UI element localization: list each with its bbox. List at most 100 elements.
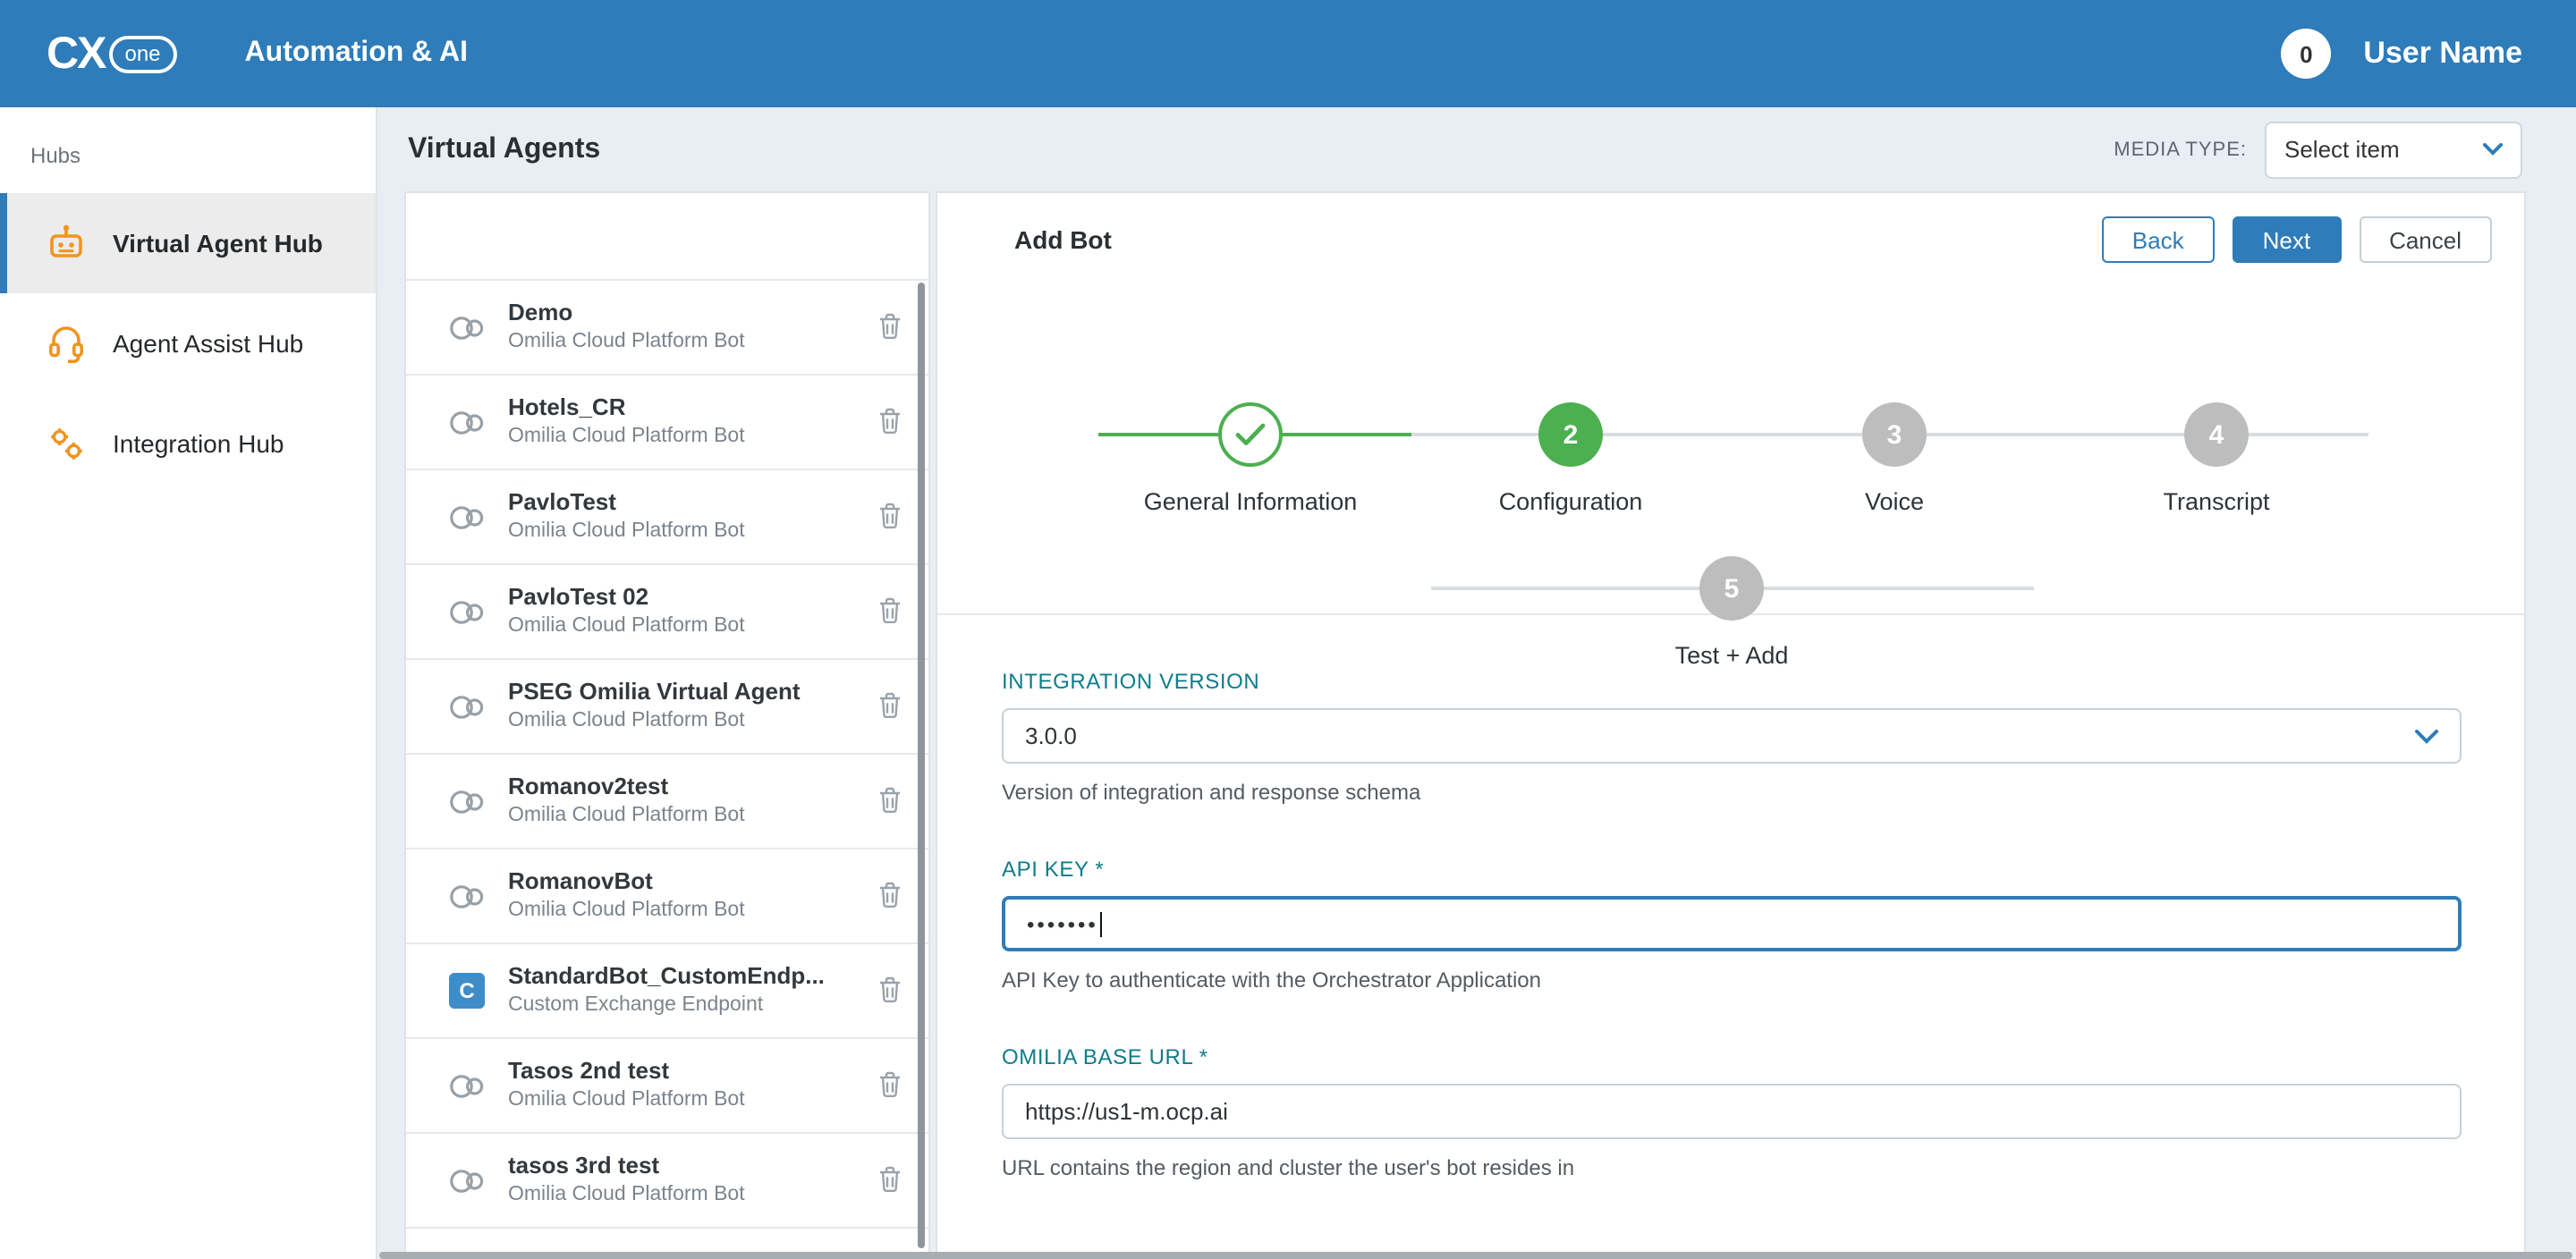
page-toolbar: Virtual Agents MEDIA TYPE: Select item bbox=[376, 107, 2576, 191]
media-type-select[interactable]: Select item bbox=[2265, 121, 2522, 178]
integration-version-select[interactable]: 3.0.0 bbox=[1002, 708, 2462, 764]
step-voice[interactable]: 3 bbox=[1862, 402, 1927, 467]
virtual-agent-hub-icon bbox=[43, 220, 89, 266]
bot-row-hotels-cr[interactable]: Hotels_CROmilia Cloud Platform Bot bbox=[406, 374, 928, 469]
omilia-bot-icon bbox=[445, 312, 488, 342]
omilia-base-url-input[interactable]: https://us1-m.ocp.ai bbox=[1002, 1084, 2462, 1139]
delete-bot-icon[interactable] bbox=[878, 1071, 902, 1107]
vertical-scrollbar[interactable] bbox=[918, 283, 925, 1248]
bot-name: RomanovBot bbox=[508, 869, 745, 896]
omilia-base-url-label: OMILIA BASE URL * bbox=[1002, 1044, 2462, 1069]
delete-bot-icon[interactable] bbox=[878, 976, 902, 1012]
omilia-bot-icon bbox=[445, 502, 488, 532]
api-key-value: ••••••• bbox=[1027, 911, 1098, 936]
bot-name: Tasos 2nd test bbox=[508, 1059, 745, 1086]
sidebar-item-agent-assist-hub[interactable]: Agent Assist Hub bbox=[0, 293, 376, 393]
sidebar-item-label: Agent Assist Hub bbox=[113, 329, 303, 358]
omilia-bot-icon bbox=[445, 596, 488, 627]
integration-version-label: INTEGRATION VERSION bbox=[1002, 669, 2462, 694]
step-label-test-add: Test + Add bbox=[1553, 642, 1911, 669]
configuration-form: INTEGRATION VERSION 3.0.0 Version of int… bbox=[937, 615, 2524, 1180]
omilia-bot-icon bbox=[445, 786, 488, 816]
notification-badge[interactable]: 0 bbox=[2281, 29, 2331, 79]
bot-row-romanovbot[interactable]: RomanovBot Omilia Cloud Platform Bot bbox=[406, 848, 928, 942]
app-root: CX one Automation & AI 0 User Name Hubs … bbox=[0, 0, 2576, 1259]
chevron-down-icon bbox=[2483, 143, 2503, 156]
omilia-base-url-value: https://us1-m.ocp.ai bbox=[1025, 1098, 1228, 1125]
back-button[interactable]: Back bbox=[2102, 216, 2215, 263]
bot-row-tasos-2nd-test[interactable]: Tasos 2nd test Omilia Cloud Platform Bot bbox=[406, 1037, 928, 1132]
bot-row-pseg-omilia[interactable]: PSEG Omilia Virtual AgentOmilia Cloud Pl… bbox=[406, 658, 928, 753]
add-bot-title: Add Bot bbox=[1014, 225, 1112, 254]
bot-type: Omilia Cloud Platform Bot bbox=[508, 710, 801, 733]
api-key-input[interactable]: ••••••• bbox=[1002, 896, 2462, 951]
top-header: CX one Automation & AI 0 User Name bbox=[0, 0, 2576, 107]
delete-bot-icon[interactable] bbox=[878, 313, 902, 349]
bot-type: Omilia Cloud Platform Bot bbox=[508, 1089, 745, 1112]
omilia-bot-icon bbox=[445, 1165, 488, 1196]
step-label-transcript: Transcript bbox=[2038, 488, 2395, 515]
bot-row-pavlotest-02[interactable]: PavloTest 02 Omilia Cloud Platform Bot bbox=[406, 563, 928, 658]
header-right: 0 User Name bbox=[2281, 29, 2522, 79]
check-icon bbox=[1234, 422, 1267, 447]
step-general-information[interactable] bbox=[1218, 402, 1283, 467]
bot-type: Omilia Cloud Platform Bot bbox=[508, 805, 745, 828]
bot-type: Omilia Cloud Platform Bot bbox=[508, 900, 745, 923]
bot-list-panel: Demo Omilia Cloud Platform Bot Hotels_CRO… bbox=[404, 191, 930, 1259]
delete-bot-icon[interactable] bbox=[878, 503, 902, 538]
bot-name: PavloTest 02 bbox=[508, 585, 745, 612]
bot-type: Omilia Cloud Platform Bot bbox=[508, 615, 745, 638]
delete-bot-icon[interactable] bbox=[878, 408, 902, 444]
cxone-logo[interactable]: CX one bbox=[47, 28, 177, 80]
sidebar-section-label: Hubs bbox=[0, 107, 376, 193]
bot-name: tasos 3rd test bbox=[508, 1153, 745, 1180]
omilia-bot-icon bbox=[445, 691, 488, 722]
bot-row-romanov2test[interactable]: Romanov2test Omilia Cloud Platform Bot bbox=[406, 753, 928, 848]
bot-row-demo[interactable]: Demo Omilia Cloud Platform Bot bbox=[406, 279, 928, 374]
step-transcript[interactable]: 4 bbox=[2184, 402, 2249, 467]
delete-bot-icon[interactable] bbox=[878, 1166, 902, 1202]
add-bot-panel: Add Bot Back Next Cancel 2 3 4 General I… bbox=[936, 191, 2526, 1259]
delete-bot-icon[interactable] bbox=[878, 787, 902, 823]
bot-row-standardbot-customendpoint[interactable]: C StandardBot_CustomEndp...Custom Exchan… bbox=[406, 942, 928, 1037]
delete-bot-icon[interactable] bbox=[878, 597, 902, 633]
integration-version-help: Version of integration and response sche… bbox=[1002, 780, 2462, 805]
bot-type: Omilia Cloud Platform Bot bbox=[508, 1184, 745, 1207]
step-label-configuration: Configuration bbox=[1392, 488, 1750, 515]
horizontal-scrollbar[interactable] bbox=[379, 1252, 2572, 1259]
delete-bot-icon[interactable] bbox=[878, 692, 902, 728]
bot-name: Demo bbox=[508, 300, 745, 327]
bot-type: Omilia Cloud Platform Bot bbox=[508, 331, 745, 354]
omilia-bot-icon bbox=[445, 881, 488, 911]
bot-list: Demo Omilia Cloud Platform Bot Hotels_CRO… bbox=[406, 279, 928, 1259]
step-label-voice: Voice bbox=[1716, 488, 2073, 515]
chevron-down-icon bbox=[2415, 729, 2438, 743]
sidebar-item-integration-hub[interactable]: Integration Hub bbox=[0, 393, 376, 494]
omilia-bot-icon bbox=[445, 1070, 488, 1101]
step-configuration[interactable]: 2 bbox=[1538, 402, 1603, 467]
add-bot-actions: Back Next Cancel bbox=[2102, 216, 2492, 263]
media-type-label: MEDIA TYPE: bbox=[2114, 139, 2247, 160]
sidebar-item-label: Integration Hub bbox=[113, 429, 284, 458]
step-test-add[interactable]: 5 bbox=[1699, 556, 1764, 621]
text-cursor bbox=[1100, 913, 1102, 938]
bot-type: Custom Exchange Endpoint bbox=[508, 994, 825, 1018]
bot-row-pavlotest[interactable]: PavloTest Omilia Cloud Platform Bot bbox=[406, 469, 928, 563]
delete-bot-icon[interactable] bbox=[878, 882, 902, 917]
logo-cloud: one bbox=[108, 35, 176, 72]
bot-type: Omilia Cloud Platform Bot bbox=[508, 520, 745, 544]
next-button[interactable]: Next bbox=[2233, 216, 2341, 263]
sidebar-item-virtual-agent-hub[interactable]: Virtual Agent Hub bbox=[0, 193, 376, 293]
logo-cx-text: CX bbox=[47, 28, 105, 80]
media-type-value: Select item bbox=[2284, 136, 2400, 163]
add-bot-header: Add Bot Back Next Cancel bbox=[937, 193, 2524, 286]
app-title: Automation & AI bbox=[245, 38, 468, 70]
user-menu[interactable]: User Name bbox=[2363, 36, 2522, 72]
bot-name: StandardBot_CustomEndp... bbox=[508, 964, 825, 991]
bot-name: PavloTest bbox=[508, 490, 745, 517]
bot-name: Romanov2test bbox=[508, 774, 745, 801]
page-title: Virtual Agents bbox=[408, 133, 600, 165]
bot-row-tasos-3rd-test[interactable]: tasos 3rd test Omilia Cloud Platform Bot bbox=[406, 1132, 928, 1227]
cancel-button[interactable]: Cancel bbox=[2359, 216, 2492, 263]
integration-version-value: 3.0.0 bbox=[1025, 722, 1077, 749]
